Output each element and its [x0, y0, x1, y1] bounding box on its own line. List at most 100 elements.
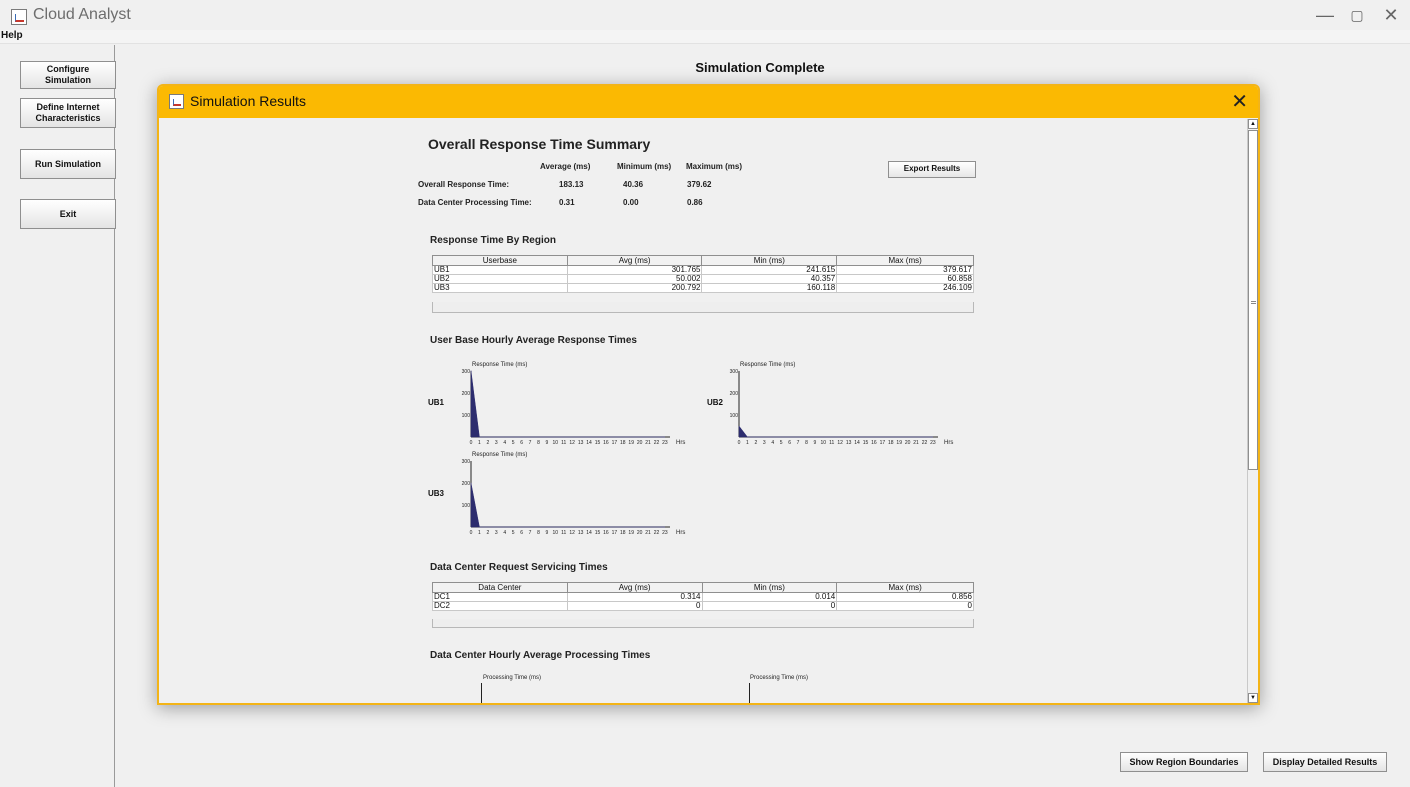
vertical-scrollbar[interactable]: ▲ ▼: [1247, 119, 1258, 703]
define-internet-characteristics-button[interactable]: Define Internet Characteristics: [20, 98, 116, 128]
table-row[interactable]: UB3 200.792 160.118 246.109: [432, 283, 974, 293]
cell-avg: 200.792: [566, 283, 703, 293]
x-tick-label: 9: [813, 440, 816, 446]
menu-help[interactable]: Help: [1, 30, 23, 41]
table-row[interactable]: DC1 0.314 0.014 0.856: [432, 592, 974, 602]
export-results-button[interactable]: Export Results: [888, 161, 976, 178]
x-tick-label: 21: [645, 530, 651, 536]
y-tick-label: 100: [462, 503, 471, 509]
y-tick-label: 300: [730, 369, 739, 375]
column-header: Max (ms): [836, 582, 974, 593]
y-tick-label: 300: [462, 459, 471, 465]
cell-userbase: UB3: [432, 283, 568, 293]
x-tick-label: 15: [595, 530, 601, 536]
x-tick-label: 10: [553, 530, 559, 536]
restore-button[interactable]: ▢: [1342, 7, 1372, 24]
scroll-thumb[interactable]: [1248, 130, 1258, 470]
region-table-title: Response Time By Region: [430, 235, 556, 246]
x-tick-label: 2: [486, 530, 489, 536]
close-dialog-button[interactable]: ✕: [1231, 89, 1248, 114]
simulation-status: Simulation Complete: [695, 60, 825, 75]
x-axis-label: Hrs: [676, 440, 685, 446]
x-tick-label: 4: [771, 440, 774, 446]
x-tick-label: 6: [788, 440, 791, 446]
x-tick-label: 15: [863, 440, 869, 446]
cell-avg: 0: [566, 601, 703, 611]
cell-userbase: UB1: [432, 265, 568, 275]
x-tick-label: 7: [529, 530, 532, 536]
x-tick-label: 1: [478, 440, 481, 446]
processing-axis: [481, 683, 482, 703]
x-tick-label: 23: [662, 440, 668, 446]
x-tick-label: 8: [537, 440, 540, 446]
java-app-icon: [11, 9, 27, 25]
x-axis-label: Hrs: [676, 530, 685, 536]
x-tick-label: 10: [821, 440, 827, 446]
x-tick-label: 13: [578, 530, 584, 536]
y-tick-label: 200: [730, 391, 739, 397]
exit-button[interactable]: Exit: [20, 199, 116, 229]
x-tick-label: 10: [553, 440, 559, 446]
x-tick-label: 9: [545, 530, 548, 536]
configure-simulation-button[interactable]: Configure Simulation: [20, 61, 116, 89]
x-tick-label: 4: [503, 440, 506, 446]
x-tick-label: 16: [871, 440, 877, 446]
x-tick-label: 13: [846, 440, 852, 446]
x-tick-label: 16: [603, 530, 609, 536]
table-footer: [432, 302, 974, 313]
table-row[interactable]: DC2 0 0 0: [432, 601, 974, 611]
x-tick-label: 18: [620, 440, 626, 446]
display-detailed-results-button[interactable]: Display Detailed Results: [1263, 752, 1387, 772]
x-tick-label: 3: [763, 440, 766, 446]
table-row[interactable]: UB2 50.002 40.357 60.858: [432, 274, 974, 284]
x-tick-label: 0: [738, 440, 741, 446]
x-tick-label: 11: [561, 440, 566, 446]
y-axis-label: Response Time (ms): [472, 362, 527, 368]
x-tick-label: 22: [654, 440, 660, 446]
y-tick-label: 200: [462, 391, 471, 397]
y-tick-label: 200: [462, 481, 471, 487]
show-region-boundaries-button[interactable]: Show Region Boundaries: [1120, 752, 1248, 772]
x-tick-label: 12: [569, 440, 575, 446]
x-tick-label: 3: [495, 530, 498, 536]
dc-servicing-title: Data Center Request Servicing Times: [430, 562, 608, 573]
summary-header-avg: Average (ms): [540, 162, 591, 171]
chart-label-ub3: UB3: [428, 489, 445, 498]
x-tick-label: 6: [520, 440, 523, 446]
x-tick-label: 5: [512, 440, 515, 446]
x-tick-label: 2: [754, 440, 757, 446]
x-tick-label: 23: [662, 530, 668, 536]
summary-row-label: Overall Response Time:: [418, 180, 509, 189]
x-tick-label: 18: [888, 440, 894, 446]
x-tick-label: 18: [620, 530, 626, 536]
x-tick-label: 17: [880, 440, 886, 446]
ub3-hourly-chart: Response Time (ms)1002003000 1 2 3 4 5 6 7 8 9 10 1…: [462, 452, 686, 536]
series-area: [470, 370, 665, 438]
close-window-button[interactable]: ✕: [1376, 5, 1406, 26]
x-tick-label: 11: [829, 440, 834, 446]
scroll-up-arrow[interactable]: ▲: [1248, 119, 1258, 129]
minimize-button[interactable]: —: [1310, 5, 1340, 26]
chart-label-ub2: UB2: [707, 398, 724, 407]
processing-axis: [749, 683, 750, 703]
scroll-down-arrow[interactable]: ▼: [1248, 693, 1258, 703]
x-tick-label: 5: [780, 440, 783, 446]
x-tick-label: 8: [805, 440, 808, 446]
x-tick-label: 22: [922, 440, 928, 446]
cell-min: 0.014: [701, 592, 838, 602]
y-tick-label: 100: [730, 413, 739, 419]
region-table: Userbase Avg (ms) Min (ms) Max (ms) UB1 …: [432, 255, 974, 293]
y-tick-label: 100: [462, 413, 471, 419]
run-simulation-button[interactable]: Run Simulation: [20, 149, 116, 179]
sidebar: Configure Simulation Define Internet Cha…: [10, 45, 116, 787]
dialog-titlebar: Simulation Results ✕: [159, 86, 1258, 118]
x-tick-label: 6: [520, 530, 523, 536]
summary-header-max: Maximum (ms): [686, 162, 743, 171]
cell-min: 0: [701, 601, 838, 611]
x-tick-label: 20: [637, 530, 643, 536]
x-tick-label: 17: [612, 440, 618, 446]
table-row[interactable]: UB1 301.765 241.615 379.617: [432, 265, 974, 275]
x-tick-label: 0: [470, 440, 473, 446]
x-tick-label: 15: [595, 440, 601, 446]
column-header: Min (ms): [701, 582, 838, 593]
